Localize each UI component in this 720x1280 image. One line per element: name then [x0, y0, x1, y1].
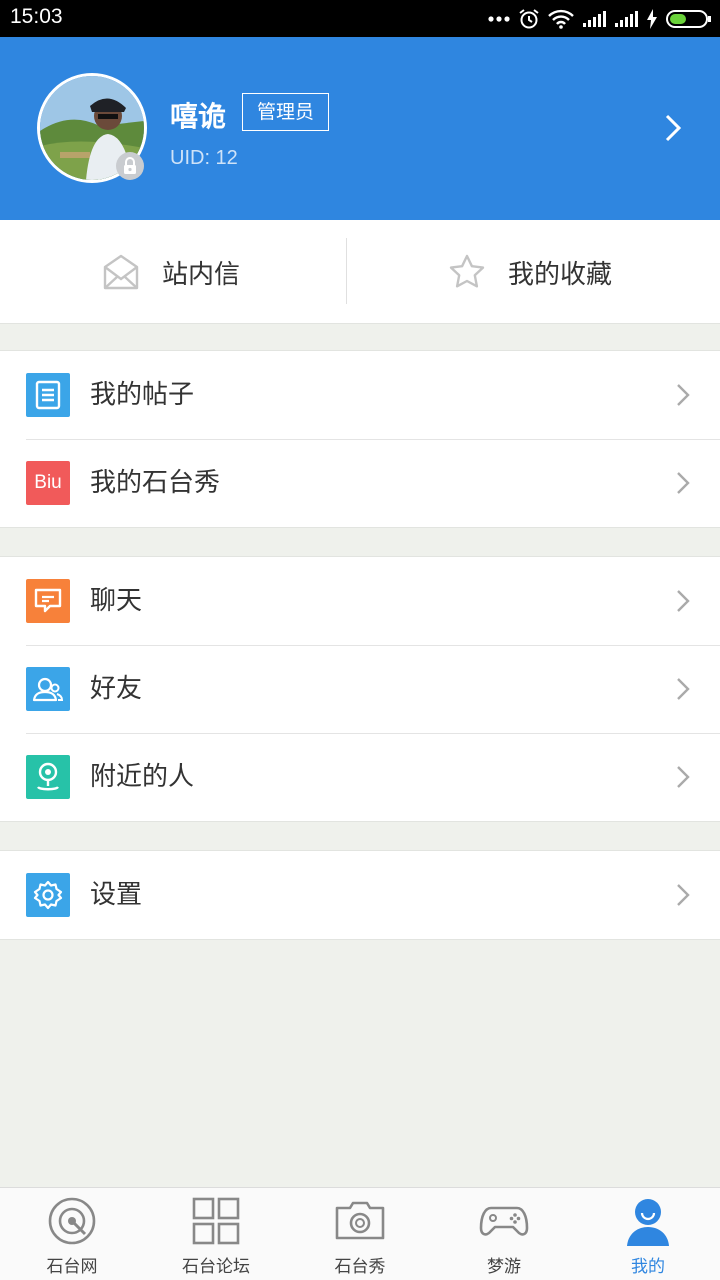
menu-item-my-show[interactable]: Biu 我的石台秀: [0, 439, 720, 527]
star-icon: [449, 254, 485, 288]
chevron-right-icon: [677, 384, 690, 406]
charging-icon: [647, 9, 657, 29]
signal-icon: [583, 11, 606, 27]
menu-item-settings[interactable]: 设置: [0, 851, 720, 939]
status-bar: 15:03: [0, 0, 720, 37]
divider: [346, 238, 347, 304]
wifi-icon: [548, 9, 574, 29]
user-id: UID: 12: [170, 147, 238, 169]
tab-show[interactable]: 石台秀: [288, 1188, 432, 1280]
friends-icon: [26, 667, 70, 711]
gamepad-icon: [479, 1206, 529, 1236]
menu-item-label: 聊天: [90, 586, 143, 616]
tab-label: 石台秀: [334, 1257, 386, 1277]
inbox-button[interactable]: 站内信: [102, 220, 240, 324]
mail-icon: [103, 254, 139, 290]
tab-games[interactable]: 梦游: [432, 1188, 576, 1280]
status-icons: [488, 6, 712, 32]
menu-group-social: 聊天 好友 附近的人: [0, 556, 720, 822]
tab-forum[interactable]: 石台论坛: [144, 1188, 288, 1280]
menu-group-settings: 设置: [0, 850, 720, 940]
biu-icon: Biu: [26, 461, 70, 505]
chevron-right-icon: [677, 884, 690, 906]
lock-icon: [116, 152, 144, 180]
menu-item-label: 我的帖子: [90, 380, 195, 410]
grid-icon: [192, 1197, 240, 1245]
chat-icon: [26, 579, 70, 623]
chevron-right-icon: [677, 766, 690, 788]
menu-item-label: 附近的人: [90, 762, 195, 792]
menu-item-my-posts[interactable]: 我的帖子: [0, 351, 720, 439]
tab-label: 石台网: [46, 1257, 98, 1277]
chevron-right-icon: [677, 678, 690, 700]
alarm-icon: [519, 9, 539, 29]
tab-label: 梦游: [487, 1257, 521, 1277]
location-icon: [26, 755, 70, 799]
home-logo-icon: [48, 1197, 96, 1245]
document-icon: [26, 373, 70, 417]
menu-item-label: 我的石台秀: [90, 468, 221, 498]
profile-header[interactable]: 嘻诡 管理员 UID: 12: [0, 37, 720, 220]
status-time: 15:03: [10, 5, 63, 28]
favorites-label: 我的收藏: [508, 259, 613, 290]
menu-item-chat[interactable]: 聊天: [0, 557, 720, 645]
tab-label: 我的: [631, 1257, 665, 1277]
inbox-label: 站内信: [162, 259, 241, 290]
favorites-button[interactable]: 我的收藏: [448, 220, 612, 324]
camera-icon: [335, 1201, 385, 1240]
more-dots-icon: [488, 16, 510, 22]
username: 嘻诡: [170, 100, 227, 133]
chevron-right-icon: [677, 590, 690, 612]
quick-actions: 站内信 我的收藏: [0, 220, 720, 324]
battery-icon: [666, 10, 711, 28]
menu-item-label: 设置: [90, 880, 143, 910]
menu-group-posts: 我的帖子 Biu 我的石台秀: [0, 350, 720, 528]
tab-home[interactable]: 石台网: [0, 1188, 144, 1280]
menu-item-nearby[interactable]: 附近的人: [0, 733, 720, 821]
chevron-right-icon[interactable]: [664, 113, 682, 143]
chevron-right-icon: [677, 472, 690, 494]
menu-item-label: 好友: [90, 674, 143, 704]
menu-item-friends[interactable]: 好友: [0, 645, 720, 733]
role-badge: 管理员: [242, 93, 330, 131]
tab-label: 石台论坛: [182, 1257, 250, 1277]
signal-icon: [615, 11, 638, 27]
gear-icon: [26, 873, 70, 917]
bottom-tab-bar: 石台网 石台论坛 石台秀 梦游 我的: [0, 1187, 720, 1280]
person-icon: [627, 1199, 669, 1246]
tab-mine[interactable]: 我的: [576, 1188, 720, 1280]
